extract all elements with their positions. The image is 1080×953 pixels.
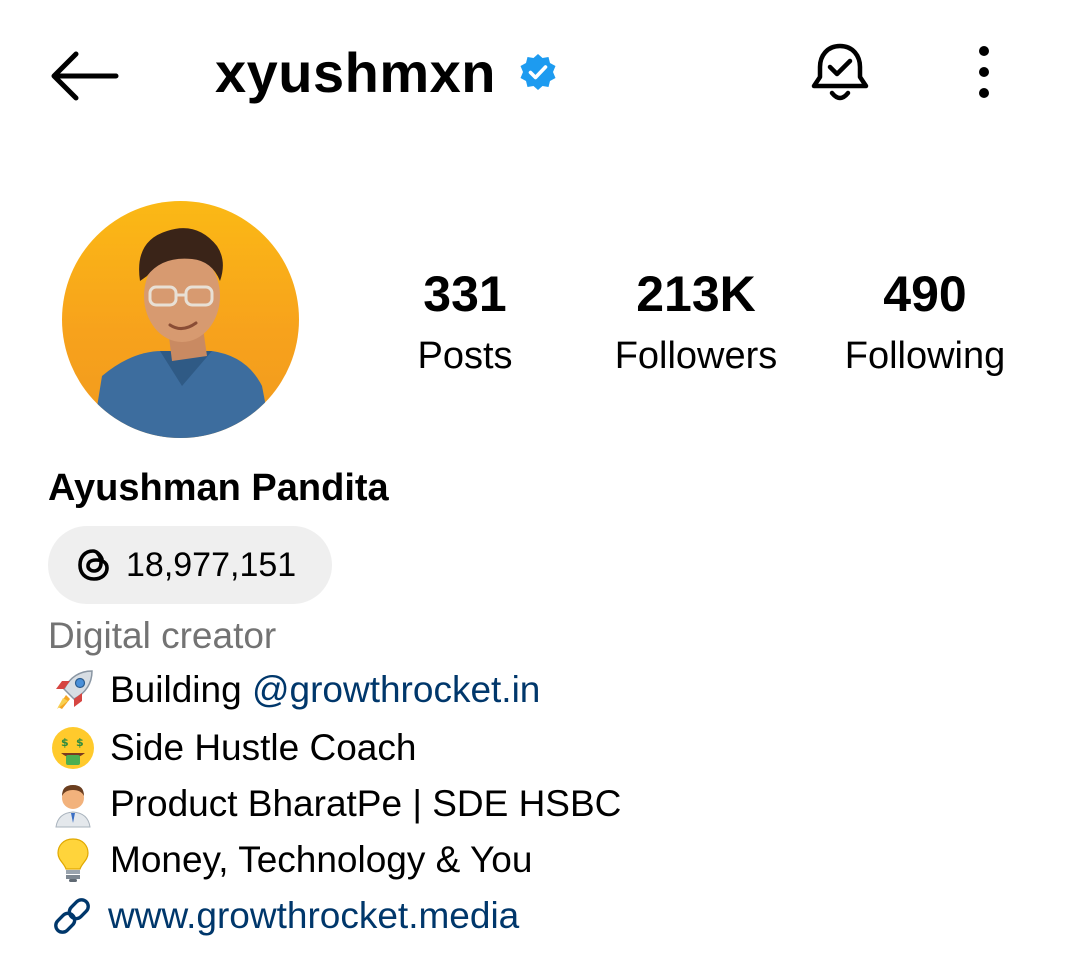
threads-count: 18,977,151 [126,545,297,584]
website-link[interactable]: www.growthrocket.media [108,890,519,942]
bell-check-icon [811,43,869,101]
posts-label: Posts [417,335,513,377]
more-dot [979,67,989,77]
threads-badge-button[interactable]: 18,977,151 [48,526,332,604]
rocket-emoji-icon [56,670,93,709]
bio-line-building: Building @growthrocket.in [48,664,540,716]
bio-line-topics: Money, Technology & You [48,834,532,886]
profile-category: Digital creator [48,615,277,656]
posts-stat[interactable]: 331 Posts [380,262,550,386]
followers-stat[interactable]: 213K Followers [600,262,792,386]
more-dot [979,46,989,56]
following-label: Following [844,335,1006,377]
light-bulb-emoji-icon [57,838,89,882]
notifications-button[interactable] [806,40,874,106]
bio-work-text: Product BharatPe | SDE HSBC [110,783,622,824]
following-count: 490 [883,266,967,322]
following-stat[interactable]: 490 Following [830,262,1020,386]
followers-label: Followers [614,335,778,377]
verified-badge-icon [520,54,556,90]
bio-mention-link[interactable]: @growthrocket.in [252,664,540,716]
bio-line-work: Product BharatPe | SDE HSBC [48,778,621,830]
back-button[interactable] [48,48,120,104]
avatar-image [62,201,299,438]
money-mouth-emoji-icon: $ $ [52,727,94,769]
office-worker-emoji-icon [55,785,91,828]
threads-icon [78,549,109,581]
followers-count: 213K [636,266,756,322]
bio-side-hustle-text: Side Hustle Coach [110,727,417,768]
username-header: xyushmxn [215,36,558,108]
link-icon [54,898,90,934]
more-dot [979,88,989,98]
bio-website-row[interactable]: www.growthrocket.media [48,890,519,942]
bio-line-side-hustle: $ $ Side Hustle Coach [48,722,416,774]
svg-text:$: $ [61,736,69,749]
username: xyushmxn [215,40,496,104]
back-arrow-icon [51,51,119,101]
profile-avatar[interactable] [62,201,299,438]
svg-text:$: $ [76,736,84,749]
bio-topics-text: Money, Technology & You [110,839,533,880]
posts-count: 331 [423,266,507,322]
more-options-button[interactable] [968,42,1000,102]
profile-page: xyushmxn 331 Posts 213K Followers 490 Fo… [0,0,1080,953]
full-name: Ayushman Pandita [48,467,389,509]
bio-building-text: Building [110,669,252,710]
